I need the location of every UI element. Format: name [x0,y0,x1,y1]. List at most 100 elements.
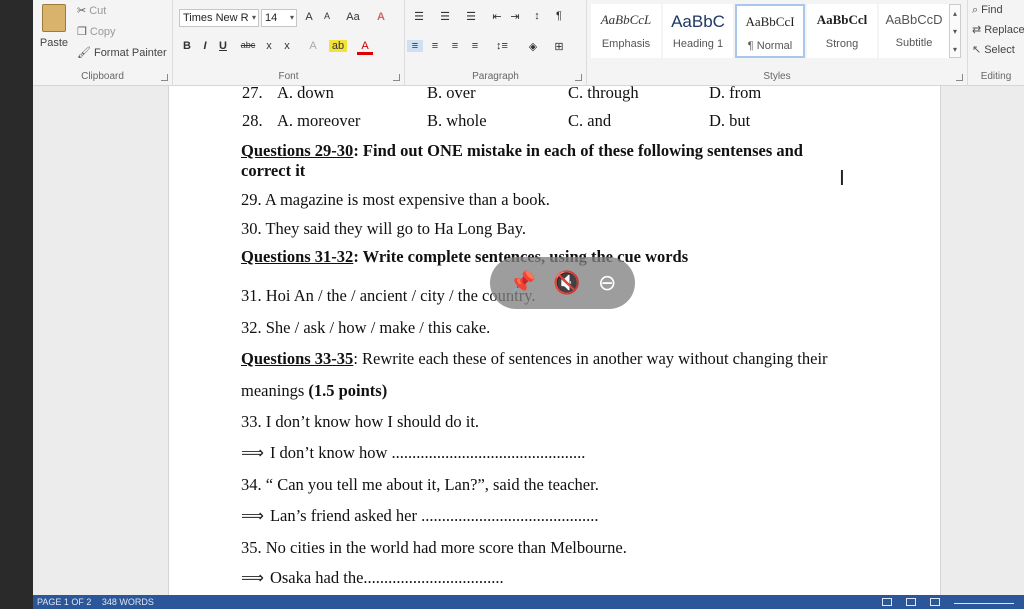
heading-title: Questions 33-35 [241,349,354,368]
font-name-select[interactable]: Times New R ▾ [179,9,259,27]
numbering-icon[interactable]: ☰ [433,10,457,23]
text-cursor-icon: I [839,166,845,190]
increase-indent-icon[interactable]: ⇥ [507,10,523,23]
select-button[interactable]: ↖ Select [972,44,1015,56]
word-count[interactable]: 348 WORDS [102,597,154,607]
style-emphasis[interactable]: AaBbCcL Emphasis [591,4,661,58]
points-label: (1.5 points) [308,381,388,400]
shrink-font-button[interactable]: A [319,11,335,21]
q28-option-d: D. but [709,111,751,130]
chevron-down-icon: ▾ [251,13,256,22]
superscript-button[interactable]: x [279,40,295,52]
scissors-icon: ✂ [77,4,87,17]
align-right-icon[interactable]: ≡ [447,40,463,52]
strikethrough-button[interactable]: abc [237,40,259,50]
decrease-indent-icon[interactable]: ⇤ [489,10,505,23]
answer-34: ⟹ Lan’s friend asked her ................… [241,506,599,526]
answer-text: I don’t know how .......................… [269,443,586,462]
style-normal[interactable]: AaBbCcI ¶ Normal [735,4,805,58]
q28-num: 28. [242,111,263,130]
bold-button[interactable]: B [179,40,195,52]
bullets-icon[interactable]: ☰ [407,10,431,23]
replace-label: Replace [984,24,1024,36]
font-launcher[interactable] [393,74,400,81]
font-size-value: 14 [265,12,278,24]
paragraph-launcher[interactable] [575,74,582,81]
heading-title: Questions 31-32 [241,247,354,266]
answer-35: ⟹ Osaka had the..........................… [241,568,504,588]
binoculars-icon: ⌕ [972,3,979,16]
underline-button[interactable]: U [215,40,231,52]
paste-button[interactable]: Paste [39,4,69,49]
arrow-right-icon: ⟹ [241,443,264,462]
document-page[interactable]: 27. A. down B. over C. through D. from 2… [168,83,941,595]
read-mode-icon[interactable] [882,598,892,606]
question-35: 35. No cities in the world had more scor… [241,538,627,557]
question-30: 30. They said they will go to Ha Long Ba… [241,219,527,238]
paragraph-group-label: Paragraph [472,71,519,82]
q28-option-c: C. and [568,111,612,130]
ribbon: Paste ✂ Cut ❐ Copy 🖌 Format Painter Clip… [33,0,1024,86]
word-window: Paste ✂ Cut ❐ Copy 🖌 Format Painter Clip… [0,0,1024,609]
print-layout-icon[interactable] [906,598,916,606]
sort-icon[interactable]: ↕ [529,10,545,22]
show-marks-button[interactable]: ¶ [551,10,567,22]
replace-icon: ⇄ [972,23,982,36]
arrow-right-icon: ⟹ [241,506,264,525]
styles-group-label: Styles [763,71,791,82]
clear-format-icon[interactable]: A [373,11,389,23]
line-spacing-icon[interactable]: ↕≡ [491,40,513,52]
q28-option-a: A. moreover [277,111,361,130]
styles-group: AaBbCcL Emphasis AaBbC Heading 1 AaBbCcI… [587,0,967,86]
shading-icon[interactable]: ◈ [525,40,541,53]
copy-icon: ❐ [77,25,87,38]
question-32: 32. She / ask / how / make / this cake. [241,318,491,337]
q27-option-b: B. over [427,83,476,102]
style-strong[interactable]: AaBbCcl Strong [807,4,877,58]
format-painter-label: Format Painter [93,47,167,59]
replace-button[interactable]: ⇄ Replace [972,24,1024,36]
grow-font-button[interactable]: A [301,11,317,23]
multilevel-list-icon[interactable]: ☰ [459,10,483,23]
style-name: Subtitle [895,37,933,49]
style-subtitle[interactable]: AaBbCcD Subtitle [879,4,949,58]
style-name: Heading 1 [672,38,724,50]
document-area[interactable]: 27. A. down B. over C. through D. from 2… [33,83,1024,595]
minimize-circle-icon[interactable]: ⊖ [598,271,616,296]
change-case-button[interactable]: Aa [341,11,365,23]
question-34: 34. “ Can you tell me about it, Lan?”, s… [241,475,599,494]
find-button[interactable]: ⌕ Find [972,4,1003,16]
styles-launcher[interactable] [956,74,963,81]
align-left-icon[interactable]: ≡ [407,40,423,52]
mute-icon[interactable]: 🔇 [553,271,580,296]
highlight-icon[interactable]: ab [329,40,347,52]
style-name: Emphasis [601,38,651,50]
clipboard-launcher[interactable] [161,74,168,81]
styles-scroll[interactable]: ▴ ▾ ▾ [949,4,961,58]
style-preview: AaBbCcL [600,12,652,27]
q27-option-c: C. through [568,83,639,102]
web-layout-icon[interactable] [930,598,940,606]
paste-label: Paste [39,37,69,49]
style-heading-1[interactable]: AaBbC Heading 1 [663,4,733,58]
align-center-icon[interactable]: ≡ [427,40,443,52]
font-name-value: Times New R [183,12,249,24]
borders-icon[interactable]: ⊞ [551,40,567,53]
format-painter-button[interactable]: 🖌 Format Painter [77,47,167,59]
style-preview: AaBbCcI [745,14,795,29]
editing-group-label: Editing [980,71,1012,82]
font-color-button[interactable]: A [357,40,373,55]
style-preview: AaBbCcD [885,12,943,27]
subscript-button[interactable]: x [261,40,277,52]
page-count[interactable]: PAGE 1 OF 2 [37,597,91,607]
text-effects-icon[interactable]: A [305,40,321,52]
font-size-select[interactable]: 14 ▾ [261,9,297,27]
justify-icon[interactable]: ≡ [467,40,483,52]
arrow-right-icon: ⟹ [241,568,264,587]
pin-off-icon[interactable]: 📌 [509,271,536,296]
cut-button[interactable]: ✂ Cut [77,5,106,17]
answer-text: Lan’s friend asked her .................… [269,506,599,525]
italic-button[interactable]: I [197,40,213,52]
copy-button[interactable]: ❐ Copy [77,26,116,38]
zoom-slider[interactable] [954,603,1014,604]
